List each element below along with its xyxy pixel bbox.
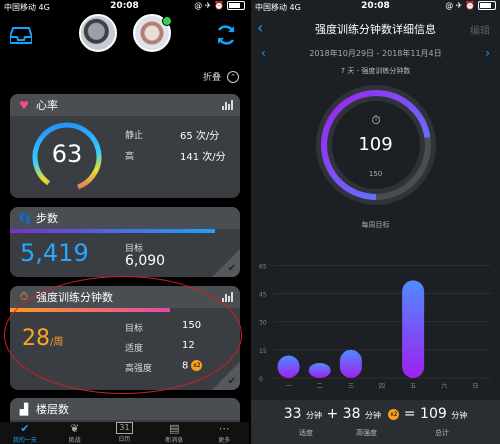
calendar-icon: 31: [116, 422, 133, 434]
intensity-value: 28/周: [22, 326, 64, 351]
gauge-goal: 150: [368, 170, 383, 178]
intensity-minutes-card[interactable]: ⏱ 强度训练分钟数 28/周 目标 150 适度 12 高强度 8 x2 ✔: [10, 286, 240, 390]
x-tick-label: 五: [410, 383, 416, 390]
goal-value: 150: [182, 320, 202, 331]
weekly-goal-caption: 每周目标: [361, 221, 390, 229]
vigorous-value: 8 x2: [182, 360, 203, 372]
x2-badge-icon: x2: [191, 360, 203, 371]
weekly-bar-chart: 0 15 30 45 65 一 二 三 四 五 六 日: [259, 263, 491, 390]
goal-label: 目标: [125, 324, 144, 334]
y-tick-label: 0: [259, 376, 263, 383]
footprints-icon: 👣: [18, 211, 32, 225]
vigorous-label: 高强度: [125, 364, 153, 374]
news-icon: ▤: [169, 422, 180, 435]
stopwatch-icon: ⏱: [371, 113, 380, 127]
date-range: 2018年10月29日 - 2018年11月4日: [309, 49, 442, 58]
y-tick-label: 30: [259, 320, 267, 327]
bar: [402, 280, 425, 378]
bar: [339, 349, 362, 378]
goal-value: 6,090: [125, 253, 166, 269]
steps-progress-bar: [10, 229, 215, 233]
status-bar: 中国移动 4G 20:08 @ ✈ ⏰: [0, 0, 249, 14]
heart-rate-value: 63: [51, 140, 83, 168]
top-bar: [0, 14, 249, 60]
x-tick-label: 六: [441, 382, 447, 390]
more-icon: ⋯: [218, 422, 230, 435]
vigorous-label: 高强度: [356, 429, 377, 437]
heart-icon: ♥: [19, 98, 29, 112]
inbox-icon[interactable]: [10, 26, 32, 44]
check-icon: ✔: [212, 362, 240, 390]
card-header: 👣 步数: [10, 207, 240, 229]
steps-value: 5,419: [20, 239, 89, 267]
steps-card[interactable]: 👣 步数 5,419 目标 6,090 ✔: [10, 207, 240, 277]
card-header: ♥ 心率: [10, 94, 240, 116]
stopwatch-icon: ⏱: [19, 290, 29, 303]
card-header: ⏱ 强度训练分钟数: [10, 286, 240, 308]
card-header: ▟ 楼层数: [10, 398, 240, 420]
sync-icon[interactable]: [215, 24, 237, 46]
x-tick-label: 一: [286, 383, 292, 390]
device-avatar[interactable]: [79, 14, 117, 52]
left-screen: 中国移动 4G 20:08 @ ✈ ⏰ 折叠 ⌃ ♥ 心率 63 静止 65 次/…: [0, 0, 249, 444]
card-title: 步数: [36, 212, 58, 225]
tab-my-day[interactable]: ✔ 我的一天: [5, 422, 45, 444]
tab-calendar[interactable]: 31 日历: [104, 422, 144, 444]
next-week-icon[interactable]: ›: [485, 46, 490, 60]
bar: [308, 362, 331, 378]
status-bar: 中国移动 4G 20:08 @ ✈ ⏰: [251, 0, 500, 14]
y-tick-label: 45: [259, 292, 267, 299]
collapse-button[interactable]: 折叠 ⌃: [203, 70, 239, 83]
high-value: 141 次/分: [180, 152, 226, 163]
edit-button[interactable]: 编辑: [470, 22, 490, 37]
chart-icon[interactable]: [222, 292, 233, 302]
battery-icon: [227, 1, 245, 10]
intensity-progress-bar: [10, 308, 170, 312]
total-label: 总计: [435, 429, 449, 437]
summary-bar: 33 分钟 + 38 分钟 x2 = 109 分钟 适度 高强度 总计: [251, 400, 500, 444]
connected-dot: [162, 16, 172, 26]
stairs-icon: ▟: [19, 402, 29, 416]
laurel-icon: ❦: [70, 422, 80, 435]
check-icon: ✔: [212, 249, 240, 277]
moderate-label: 适度: [125, 344, 144, 354]
bar: [277, 355, 300, 378]
tab-bar: ✔ 我的一天 ❦ 挑战 31 日历 ▤ 新消息 ⋯ 更多: [0, 422, 249, 444]
nav-bar: ‹ 强度训练分钟数详细信息 编辑: [251, 14, 500, 42]
gauge-value: 109: [358, 134, 393, 155]
y-tick-label: 15: [259, 348, 267, 355]
x-tick-label: 二: [317, 383, 323, 390]
x-tick-label: 四: [379, 383, 385, 390]
tab-news[interactable]: ▤ 新消息: [154, 422, 194, 444]
rest-label: 静止: [125, 131, 144, 141]
heart-rate-card[interactable]: ♥ 心率 63 静止 65 次/分 高 141 次/分: [10, 94, 240, 198]
tab-challenges[interactable]: ❦ 挑战: [55, 422, 95, 444]
card-title: 心率: [36, 99, 58, 112]
chart-icon[interactable]: [222, 100, 233, 110]
x-tick-label: 日: [472, 383, 478, 390]
moderate-label: 适度: [299, 429, 313, 437]
moderate-value: 12: [182, 340, 195, 351]
page-title: 强度训练分钟数详细信息: [315, 23, 436, 36]
card-title: 楼层数: [36, 403, 69, 416]
battery-icon: [478, 1, 496, 10]
tab-more[interactable]: ⋯ 更多: [204, 422, 244, 444]
right-screen: 中国移动 4G 20:08 @ ✈ ⏰ ‹ 强度训练分钟数详细信息 编辑 ‹ 2…: [251, 0, 500, 444]
chevron-up-icon: ⌃: [227, 70, 239, 83]
subtitle: 7 天 - 强度训练分钟数: [340, 67, 411, 75]
card-title: 强度训练分钟数: [36, 291, 113, 304]
rest-value: 65 次/分: [180, 131, 220, 142]
check-icon: ✔: [20, 422, 30, 435]
y-tick-label: 65: [259, 263, 267, 270]
summary-equation: 33 分钟 + 38 分钟 x2 = 109 分钟: [283, 406, 468, 422]
x-tick-label: 三: [348, 383, 354, 390]
x2-badge-icon: x2: [388, 408, 400, 420]
high-label: 高: [125, 152, 135, 162]
